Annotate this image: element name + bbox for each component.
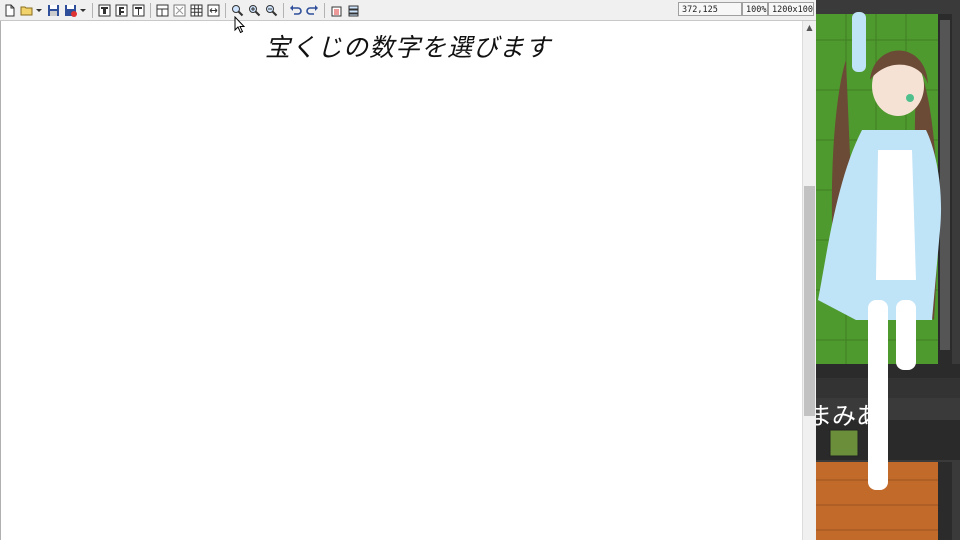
scrollbar-thumb[interactable]	[804, 186, 815, 416]
text-top-icon[interactable]	[131, 3, 146, 18]
toolbar-separator	[150, 2, 151, 18]
chest-icon	[829, 429, 859, 457]
game-window: まみあ	[816, 0, 960, 540]
drawing-canvas[interactable]	[0, 21, 802, 540]
save-dropdown-icon[interactable]	[80, 3, 86, 18]
fit-width-icon[interactable]	[206, 3, 221, 18]
undo-icon[interactable]	[288, 3, 303, 18]
vertical-scrollbar[interactable]: ▲	[802, 21, 816, 540]
scroll-up-arrow-icon[interactable]: ▲	[803, 21, 816, 35]
redo-icon[interactable]	[305, 3, 320, 18]
zoom-level-readout: 100%	[742, 2, 768, 16]
toolbar-separator	[324, 2, 325, 18]
grid-icon[interactable]	[189, 3, 204, 18]
layers-icon[interactable]	[346, 3, 361, 18]
zoom-out-icon[interactable]	[264, 3, 279, 18]
zoom-box-icon[interactable]	[172, 3, 187, 18]
toolbar-separator	[92, 2, 93, 18]
table-layout-icon[interactable]	[155, 3, 170, 18]
toolbar-separator	[225, 2, 226, 18]
toolbar-separator	[283, 2, 284, 18]
open-folder-icon[interactable]	[19, 3, 34, 18]
game-scene	[816, 0, 960, 540]
page-format-icon[interactable]	[114, 3, 129, 18]
export-icon[interactable]	[329, 3, 344, 18]
new-file-icon[interactable]	[2, 3, 17, 18]
open-dropdown-icon[interactable]	[36, 3, 42, 18]
align-top-icon[interactable]	[97, 3, 112, 18]
cursor-coords-readout: 372,125	[678, 2, 742, 16]
zoom-in-icon[interactable]	[247, 3, 262, 18]
canvas-size-readout: 1200x1000	[768, 2, 814, 16]
save-as-icon[interactable]	[63, 3, 78, 18]
toolbar: 372,125 100% 1200x1000	[0, 0, 816, 21]
save-icon[interactable]	[46, 3, 61, 18]
character-name-label: まみあ	[816, 402, 880, 430]
mouse-cursor-icon	[234, 16, 246, 34]
canvas-title-text: 宝くじの数字を選びます	[264, 33, 551, 62]
